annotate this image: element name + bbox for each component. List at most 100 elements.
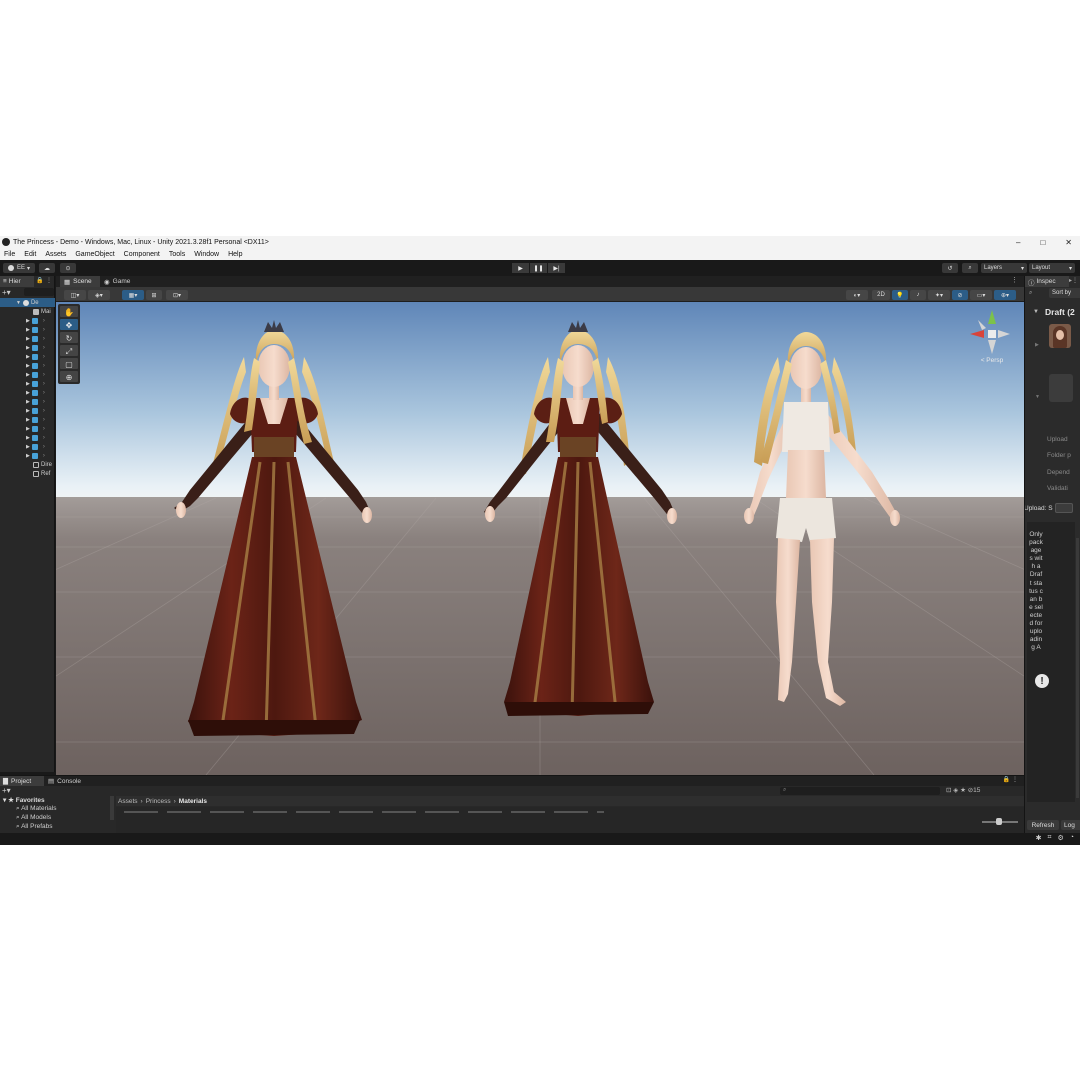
layout-label: Layout (1032, 265, 1051, 271)
hierarchy-row[interactable]: ▶ › (0, 388, 55, 397)
play-button[interactable]: ▶ (512, 263, 529, 273)
effects-dropdown[interactable]: ✦▾ (928, 290, 950, 300)
hierarchy-row[interactable]: Ref (0, 469, 55, 478)
hierarchy-row[interactable]: ▶ › (0, 415, 55, 424)
audio-toggle[interactable]: ♪ (910, 290, 926, 300)
gizmos-dropdown[interactable]: ⊕▾ (994, 290, 1016, 300)
menu-window[interactable]: Window (194, 251, 219, 258)
filter-type-icon[interactable]: ⊡ (946, 787, 951, 794)
minimize-button[interactable]: – (1016, 238, 1020, 247)
breadcrumb-item-current[interactable]: Materials (179, 798, 207, 805)
more-icon[interactable]: ⋮ (46, 277, 52, 284)
hierarchy-row[interactable]: ▶ › (0, 379, 55, 388)
create-button[interactable]: +▾ (2, 786, 11, 795)
gizmo-center[interactable] (988, 330, 996, 338)
tab-scene[interactable]: ▦ Scene (60, 276, 100, 287)
menu-tools[interactable]: Tools (169, 251, 185, 258)
collapse-icon[interactable]: ▼ (1033, 309, 1039, 315)
inspector-tab[interactable]: ⓘ Inspec (1025, 276, 1069, 287)
progress-icon[interactable]: ◔ (1070, 834, 1074, 842)
network-icon[interactable]: ⌗ (1048, 834, 1052, 842)
render-mode-dropdown[interactable]: ◐▾ (846, 290, 868, 300)
scene-viewport[interactable]: ✋ ✥ ↻ ⤢ ▢ ⊕ < Persp (56, 302, 1024, 775)
increment-snap-dropdown[interactable]: ⊡▾ (166, 290, 188, 300)
log-button[interactable]: Log (1061, 820, 1080, 830)
hierarchy-row[interactable]: ▶ › (0, 451, 55, 460)
breadcrumb-item[interactable]: Princess (146, 798, 171, 805)
menu-gameobject[interactable]: GameObject (75, 251, 114, 258)
cloud-button[interactable]: ☁ (39, 263, 55, 273)
favorite-icon[interactable]: ★ (960, 787, 966, 794)
tree-scrollbar[interactable] (110, 796, 114, 820)
hierarchy-row[interactable]: Mai (0, 307, 55, 316)
more-icon[interactable]: 🔒 ⋮ (1003, 776, 1018, 783)
snap-button[interactable]: ⊞ (146, 290, 162, 300)
hierarchy-row[interactable]: Dire (0, 460, 55, 469)
hierarchy-row[interactable]: ▶ › (0, 352, 55, 361)
collab-icon[interactable]: ⚙ (1057, 834, 1063, 842)
layers-dropdown[interactable]: Layers ▾ (981, 263, 1027, 273)
filter-label-icon[interactable]: ◈ (953, 787, 958, 794)
menu-help[interactable]: Help (228, 251, 242, 258)
hierarchy-row[interactable]: ▶ › (0, 316, 55, 325)
inspector-scrollbar[interactable] (1076, 538, 1079, 798)
scene-render[interactable]: ✋ ✥ ↻ ⤢ ▢ ⊕ < Persp (56, 302, 1024, 775)
more-icon[interactable]: ⋮ (1011, 276, 1018, 284)
lock-icon[interactable]: 🔒 (36, 277, 43, 284)
hierarchy-row[interactable]: ▶ › (0, 406, 55, 415)
hierarchy-row[interactable]: ▶ › (0, 424, 55, 433)
camera-dropdown[interactable]: ▭▾ (970, 290, 992, 300)
draw-mode-dropdown[interactable]: ◫▾ (64, 290, 86, 300)
expand-icon: ▶ (26, 380, 30, 387)
hierarchy-row[interactable]: ▶ › (0, 433, 55, 442)
favorites-header[interactable]: ▾ ★ Favorites (3, 796, 45, 804)
close-button[interactable]: ✕ (1065, 238, 1072, 247)
hierarchy-row[interactable]: ▶ › (0, 370, 55, 379)
menu-assets[interactable]: Assets (45, 251, 66, 258)
pivot-dropdown[interactable]: ◈▾ (88, 290, 110, 300)
menu-component[interactable]: Component (124, 251, 160, 258)
account-dropdown[interactable]: EE ▾ (3, 263, 35, 273)
upload-selector-field[interactable] (1055, 503, 1073, 513)
toggle-2d-button[interactable]: 2D (872, 290, 890, 300)
bug-icon[interactable]: ✱ (1036, 834, 1042, 842)
tab-game[interactable]: ◉ Game (102, 276, 142, 287)
hierarchy-row[interactable]: ▶ › (0, 442, 55, 451)
add-button[interactable]: +▾ (2, 288, 11, 297)
favorites-item[interactable]: ⌕ All Prefabs (16, 823, 53, 830)
pause-button[interactable]: ❚❚ (530, 263, 547, 273)
breadcrumb-item[interactable]: Assets (118, 798, 138, 805)
sort-dropdown[interactable]: Sort by (1049, 288, 1080, 298)
project-search-input[interactable]: ⌕ (780, 787, 940, 795)
favorites-item[interactable]: ⌕ All Models (16, 814, 51, 822)
collab-button[interactable]: ⊙ (60, 263, 76, 273)
more-icon[interactable]: ▸⋮ (1069, 277, 1078, 284)
search-button[interactable]: ⌕ (962, 263, 978, 273)
lighting-toggle[interactable]: 💡 (892, 290, 908, 300)
hierarchy-search-input[interactable] (24, 288, 54, 296)
hierarchy-row[interactable]: ▶ › (0, 334, 55, 343)
hierarchy-row[interactable]: ▶ › (0, 361, 55, 370)
tab-project[interactable]: ▇ Project (0, 776, 44, 786)
layout-dropdown[interactable]: Layout ▾ (1029, 263, 1075, 273)
refresh-button[interactable]: Refresh (1027, 820, 1059, 830)
history-button[interactable]: ↺ (942, 263, 958, 273)
collapse-icon[interactable]: ▼ (1035, 394, 1040, 400)
maximize-button[interactable]: □ (1040, 238, 1045, 247)
favorites-item[interactable]: ⌕ All Materials (16, 805, 57, 813)
asset-thumbnails[interactable] (124, 811, 604, 813)
persp-label[interactable]: < Persp (981, 357, 1004, 364)
zoom-slider-handle[interactable] (996, 818, 1002, 825)
menu-file[interactable]: File (4, 251, 15, 258)
scene-root-row[interactable]: ▼ De (0, 298, 55, 307)
menu-edit[interactable]: Edit (24, 251, 36, 258)
hierarchy-row[interactable]: ▶ › (0, 325, 55, 334)
tab-console[interactable]: ▤ Console (48, 776, 81, 786)
hierarchy-tab[interactable]: ≡ Hier (0, 276, 34, 287)
expand-icon[interactable]: ▶ (1035, 342, 1039, 348)
hierarchy-row[interactable]: ▶ › (0, 397, 55, 406)
grid-snap-dropdown[interactable]: ▦▾ (122, 290, 144, 300)
hierarchy-row[interactable]: ▶ › (0, 343, 55, 352)
step-button[interactable]: ▶| (548, 263, 565, 273)
visibility-toggle[interactable]: ⊘ (952, 290, 968, 300)
